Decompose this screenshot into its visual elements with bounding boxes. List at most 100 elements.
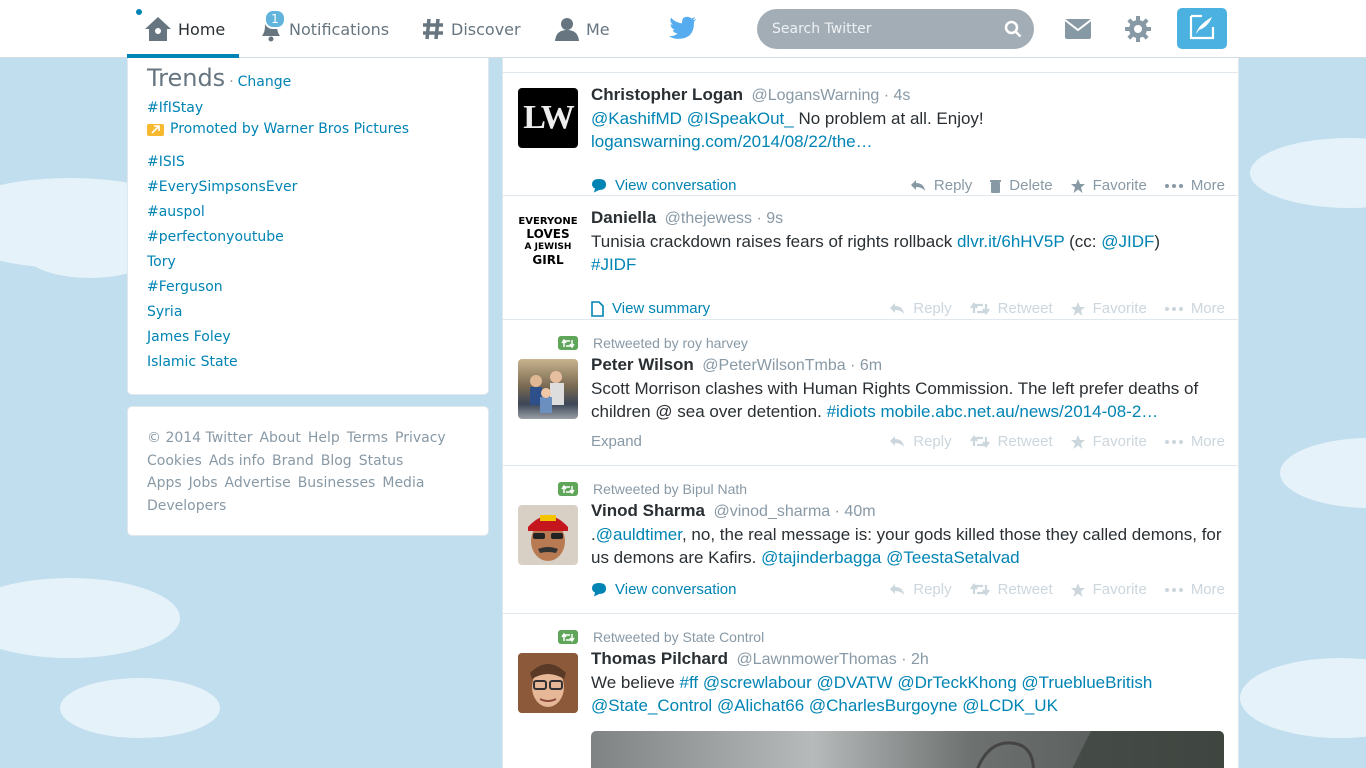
footer-link[interactable]: Media xyxy=(382,475,424,491)
retweeted-by-text[interactable]: Retweeted by State Control xyxy=(593,629,764,645)
trend-item[interactable]: #ISIS xyxy=(147,150,469,175)
favorite-button[interactable]: Favorite xyxy=(1070,433,1147,450)
compose-tweet-button[interactable] xyxy=(1177,8,1227,49)
search-icon[interactable] xyxy=(1004,20,1022,42)
search-input[interactable] xyxy=(772,21,992,37)
view-conversation-link[interactable]: View conversation xyxy=(591,177,736,194)
direct-messages-icon[interactable] xyxy=(1064,18,1092,44)
footer-link[interactable]: Developers xyxy=(147,498,226,514)
mention-link[interactable]: @JIDF xyxy=(1101,232,1154,251)
retweeted-by-text[interactable]: Retweeted by Bipul Nath xyxy=(593,481,747,497)
tweet-timestamp[interactable]: · 9s xyxy=(757,210,784,227)
footer-link[interactable]: Terms xyxy=(347,430,388,446)
footer-link[interactable]: Brand xyxy=(272,453,314,469)
url-link[interactable]: dlvr.it/6hHV5P xyxy=(957,232,1064,251)
tweet-timestamp[interactable]: · 40m xyxy=(835,503,876,520)
footer-link[interactable]: Cookies xyxy=(147,453,202,469)
footer-link[interactable]: Help xyxy=(308,430,340,446)
footer-link[interactable]: Blog xyxy=(321,453,352,469)
mention-link[interactable]: @TrueblueBritish xyxy=(1021,673,1152,692)
tweet-item[interactable]: LW Christopher Logan @LogansWarning · 4s… xyxy=(503,73,1238,196)
hashtag-link[interactable]: #idiots xyxy=(827,402,876,421)
reply-button[interactable]: Reply xyxy=(889,300,952,317)
footer-link[interactable]: Status xyxy=(359,453,404,469)
view-summary-link[interactable]: View summary xyxy=(591,300,710,317)
trend-item[interactable]: #EverySimpsonsEver xyxy=(147,175,469,200)
url-link[interactable]: loganswarning.com/2014/08/22/the… xyxy=(591,132,873,151)
mention-link[interactable]: @Alichat66 xyxy=(717,696,804,715)
footer-link[interactable]: Advertise xyxy=(225,475,291,491)
tweet-author-name[interactable]: Christopher Logan xyxy=(591,85,743,104)
url-link[interactable]: mobile.abc.net.au/news/2014-08-2… xyxy=(880,402,1158,421)
tweet-author-name[interactable]: Peter Wilson xyxy=(591,355,694,374)
mention-link[interactable]: @TeestaSetalvad xyxy=(886,548,1020,567)
mention-link[interactable]: @DVATW xyxy=(816,673,892,692)
retweet-button[interactable]: Retweet xyxy=(969,300,1053,317)
tweet-author-handle[interactable]: @PeterWilsonTmba xyxy=(702,357,845,374)
search-box[interactable] xyxy=(757,9,1034,49)
tweet-timestamp[interactable]: · 4s xyxy=(884,87,911,104)
avatar[interactable] xyxy=(518,505,578,565)
tweet-timestamp[interactable]: · 2h xyxy=(901,651,929,668)
footer-link[interactable]: Privacy xyxy=(395,430,446,446)
retweet-button[interactable]: Retweet xyxy=(969,433,1053,450)
more-button[interactable]: More xyxy=(1164,300,1225,317)
mention-link[interactable]: @State_Control xyxy=(591,696,712,715)
more-button[interactable]: More xyxy=(1164,581,1225,598)
nav-home[interactable]: Home xyxy=(127,0,239,58)
nav-me[interactable]: Me xyxy=(554,0,610,58)
favorite-button[interactable]: Favorite xyxy=(1070,177,1147,194)
retweeted-by-text[interactable]: Retweeted by roy harvey xyxy=(593,335,748,351)
tweet-author-handle[interactable]: @LogansWarning xyxy=(752,87,880,104)
view-conversation-link[interactable]: View conversation xyxy=(591,581,736,598)
footer-link[interactable]: About xyxy=(259,430,300,446)
nav-discover[interactable]: Discover xyxy=(421,0,521,58)
tweet-item[interactable]: EVERYONE LOVES A JEWISH GIRL Daniella @t… xyxy=(503,196,1238,320)
avatar[interactable] xyxy=(518,359,578,419)
footer-link[interactable]: Apps xyxy=(147,475,182,491)
tweet-timestamp[interactable]: · 6m xyxy=(850,357,882,374)
mention-link[interactable]: @KashifMD xyxy=(591,109,682,128)
more-button[interactable]: More xyxy=(1164,177,1225,194)
tweet-media-image[interactable] xyxy=(591,731,1224,768)
twitter-bird-logo[interactable] xyxy=(669,16,697,44)
tweet-item[interactable]: Retweeted by Bipul Nath Vinod Sharma @vi… xyxy=(503,466,1238,614)
favorite-button[interactable]: Favorite xyxy=(1070,581,1147,598)
settings-gear-icon[interactable] xyxy=(1124,15,1152,47)
mention-link[interactable]: @DrTeckKhong xyxy=(897,673,1016,692)
footer-link[interactable]: Ads info xyxy=(209,453,265,469)
tweet-author-handle[interactable]: @thejewess xyxy=(665,210,752,227)
avatar[interactable]: EVERYONE LOVES A JEWISH GIRL xyxy=(518,211,578,271)
trend-item[interactable]: Syria xyxy=(147,300,469,325)
reply-button[interactable]: Reply xyxy=(910,177,972,194)
expand-link[interactable]: Expand xyxy=(591,433,642,450)
trend-item[interactable]: #Ferguson xyxy=(147,275,469,300)
mention-link[interactable]: @tajinderbagga xyxy=(761,548,881,567)
reply-button[interactable]: Reply xyxy=(889,581,952,598)
footer-link[interactable]: Businesses xyxy=(298,475,376,491)
tweet-author-name[interactable]: Daniella xyxy=(591,208,656,227)
favorite-button[interactable]: Favorite xyxy=(1070,300,1147,317)
trend-item[interactable]: Islamic State xyxy=(147,350,469,375)
mention-link[interactable]: @auldtimer xyxy=(596,525,682,544)
more-button[interactable]: More xyxy=(1164,433,1225,450)
trend-item[interactable]: James Foley xyxy=(147,325,469,350)
tweet-author-handle[interactable]: @LawnmowerThomas xyxy=(736,651,896,668)
nav-notifications[interactable]: 1 Notifications xyxy=(259,0,389,58)
avatar[interactable] xyxy=(518,653,578,713)
trend-item[interactable]: Tory xyxy=(147,250,469,275)
hashtag-link[interactable]: #ff xyxy=(680,673,699,692)
trend-item[interactable]: #perfectonyoutube xyxy=(147,225,469,250)
tweet-author-handle[interactable]: @vinod_sharma xyxy=(713,503,830,520)
trend-item[interactable]: #auspol xyxy=(147,200,469,225)
mention-link[interactable]: @ISpeakOut_ xyxy=(687,109,794,128)
mention-link[interactable]: @LCDK_UK xyxy=(962,696,1058,715)
trends-change-link[interactable]: Change xyxy=(238,74,292,90)
tweet-author-name[interactable]: Thomas Pilchard xyxy=(591,649,728,668)
hashtag-link[interactable]: #JIDF xyxy=(591,255,636,274)
avatar[interactable]: LW xyxy=(518,88,578,148)
mention-link[interactable]: @CharlesBurgoyne xyxy=(809,696,958,715)
mention-link[interactable]: @screwlabour xyxy=(703,673,812,692)
delete-button[interactable]: Delete xyxy=(990,177,1053,194)
footer-link[interactable]: Jobs xyxy=(189,475,218,491)
